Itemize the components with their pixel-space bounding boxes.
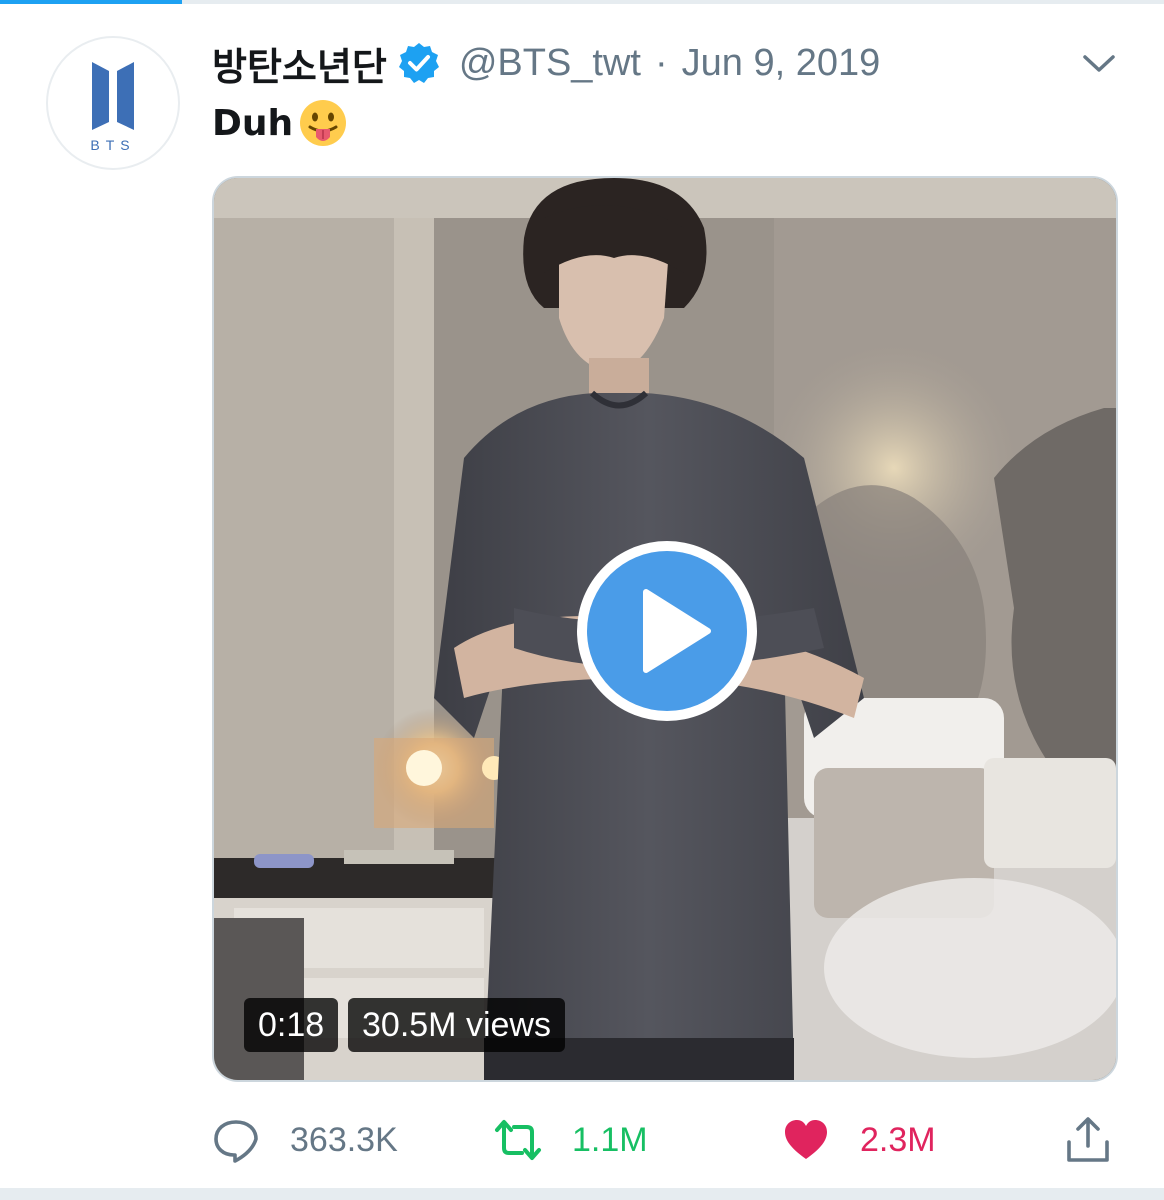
share-button[interactable] <box>1064 1112 1112 1168</box>
timeline-divider <box>0 1188 1164 1200</box>
reply-button[interactable]: 363.3K <box>212 1112 398 1168</box>
like-button[interactable]: 2.3M <box>782 1112 936 1168</box>
header-separator: · <box>654 41 668 84</box>
display-name[interactable]: 방탄소년단 <box>212 36 387 91</box>
video-player[interactable]: 0:18 30.5M views <box>212 176 1118 1082</box>
tweet-text-content: Duh <box>212 102 294 144</box>
user-handle[interactable]: @BTS_twt <box>459 42 641 85</box>
share-icon <box>1067 1117 1109 1162</box>
bts-logo-icon: BTS <box>90 62 135 153</box>
reply-count: 363.3K <box>290 1120 398 1159</box>
chevron-down-icon[interactable] <box>1080 48 1118 78</box>
tweet[interactable]: BTS 방탄소년단 @BTS_twt · Jun 9, 2019 Duh 0:1… <box>0 4 1164 1184</box>
retweet-button[interactable]: 1.1M <box>494 1112 648 1168</box>
retweet-icon <box>495 1120 541 1160</box>
video-views-badge: 30.5M views <box>348 998 565 1052</box>
heart-icon <box>785 1120 827 1159</box>
tweet-actions: 363.3K 1.1M 2.3M <box>212 1112 1118 1168</box>
tweet-header: 방탄소년단 @BTS_twt · Jun 9, 2019 <box>212 36 881 91</box>
tweet-date[interactable]: Jun 9, 2019 <box>682 42 881 85</box>
avatar-logo-text: BTS <box>90 137 135 153</box>
tweet-text: Duh <box>212 100 349 146</box>
play-icon[interactable] <box>572 536 762 726</box>
retweet-count: 1.1M <box>572 1120 648 1159</box>
verified-badge-icon <box>398 43 439 83</box>
video-duration-badge: 0:18 <box>244 998 339 1052</box>
face-with-tongue-emoji-icon <box>300 100 347 146</box>
avatar[interactable]: BTS <box>46 36 180 170</box>
reply-icon <box>214 1120 258 1163</box>
like-count: 2.3M <box>860 1120 936 1159</box>
